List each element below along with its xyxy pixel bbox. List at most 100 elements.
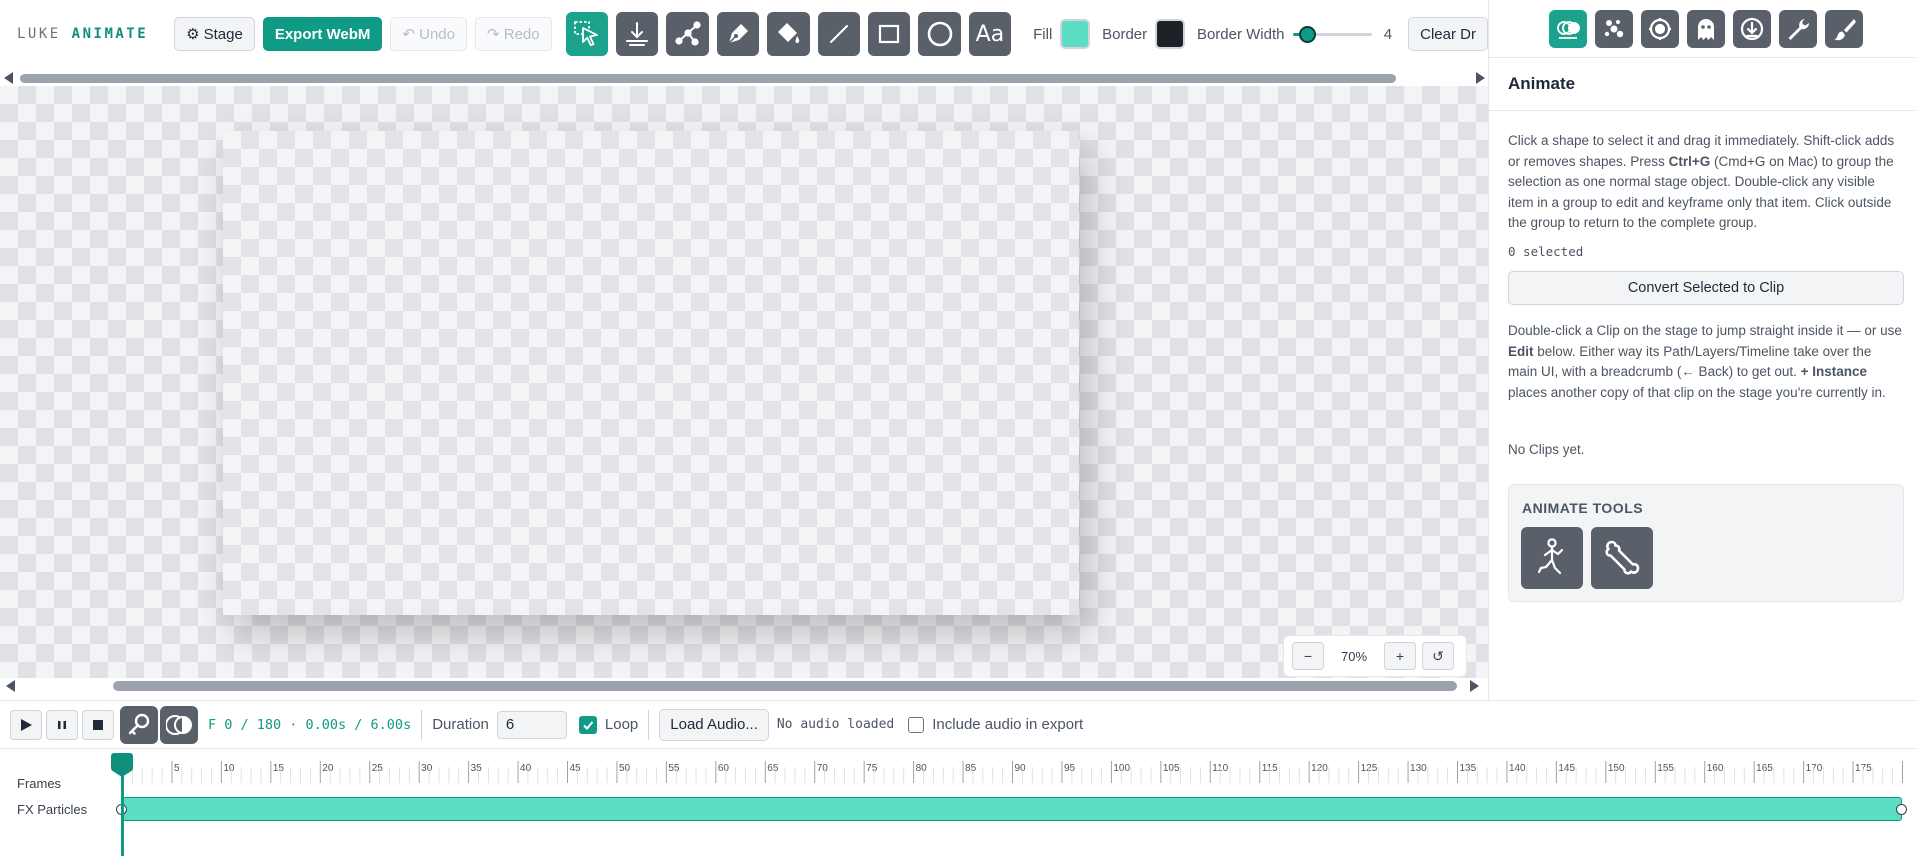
ruler-label: 25	[372, 763, 384, 774]
ruler-label: 45	[570, 763, 582, 774]
ruler-label: 75	[866, 763, 878, 774]
clear-drawing-button[interactable]: Clear Dr	[1408, 17, 1488, 51]
tab-animate[interactable]	[1549, 9, 1587, 48]
anchor-tool[interactable]	[616, 12, 659, 56]
ruler-label: 80	[916, 763, 928, 774]
top-scrollbar[interactable]	[0, 70, 1488, 86]
frame-ruler[interactable]: 5 10 15 20 25 30 35 40 45 50 55 60 65 70 75 80 85 90 95 100…	[122, 761, 1916, 783]
timeline-tracks[interactable]: Frames FX Particles 5 10 15 20 25 30 35 40 45 50 5…	[0, 748, 1916, 856]
panel-title: Animate	[1508, 74, 1576, 93]
line-tool[interactable]	[817, 12, 860, 56]
line-icon	[829, 25, 848, 43]
border-width-value: 4	[1383, 25, 1393, 43]
ruler-label: 20	[322, 763, 334, 774]
animate-tools-box: ANIMATE TOOLS	[1508, 484, 1904, 602]
ruler-label: 160	[1707, 763, 1724, 774]
play-button[interactable]	[10, 709, 42, 740]
redo-button[interactable]: ↷ Redo	[475, 17, 552, 51]
ruler-label: 85	[965, 763, 977, 774]
playhead-handle[interactable]	[111, 753, 133, 771]
ruler-label: 100	[1113, 763, 1130, 774]
ruler-label: 90	[1015, 763, 1027, 774]
play-icon	[21, 718, 32, 731]
zoom-out-button[interactable]: −	[1292, 642, 1324, 670]
playhead-tip	[111, 770, 133, 777]
select-tool[interactable]	[565, 12, 608, 56]
export-webm-button[interactable]: Export WebM	[262, 17, 383, 51]
scroll-left-arrow[interactable]	[6, 680, 15, 692]
ruler-label: 30	[421, 763, 433, 774]
scroll-thumb[interactable]	[113, 681, 1457, 691]
ghost-tab-icon	[1698, 18, 1714, 40]
node-tool[interactable]	[666, 12, 709, 56]
key-tool[interactable]	[120, 705, 158, 744]
fx-track-label: FX Particles	[17, 802, 88, 817]
pen-tool[interactable]	[716, 12, 760, 56]
rect-tool[interactable]	[867, 12, 911, 56]
paint-bucket-icon	[778, 23, 800, 44]
instance-keyword: + Instance	[1800, 364, 1868, 379]
canvas-viewport[interactable]: − 70% + ↺	[0, 86, 1488, 678]
tab-effects[interactable]	[1641, 9, 1679, 48]
bone-tool[interactable]	[1591, 527, 1653, 589]
fx-particles-track[interactable]	[122, 797, 1902, 821]
ruler-label: 120	[1311, 763, 1328, 774]
gear-icon: ⚙	[186, 26, 200, 43]
fill-color-swatch[interactable]	[1060, 19, 1091, 49]
text-tool[interactable]: Aa	[968, 12, 1012, 56]
keyframe-end[interactable]	[1896, 804, 1907, 815]
duration-input[interactable]	[496, 710, 567, 739]
convert-to-clip-button[interactable]: Convert Selected to Clip	[1508, 271, 1904, 305]
onion-skin-tool[interactable]	[160, 705, 198, 744]
clips-instructions: Double-click a Clip on the stage to jump…	[1508, 321, 1904, 403]
ruler-label: 130	[1410, 763, 1427, 774]
separator	[648, 709, 650, 740]
scroll-right-arrow[interactable]	[1476, 72, 1485, 84]
ellipse-tool[interactable]	[918, 12, 961, 56]
stop-button[interactable]	[82, 709, 114, 740]
zoom-in-button[interactable]: +	[1384, 642, 1416, 670]
ruler-label: 60	[718, 763, 730, 774]
animate-tab-icon	[1557, 20, 1580, 39]
tab-particles[interactable]	[1595, 9, 1633, 48]
right-panel: Animate Click a shape to select it and d…	[1488, 0, 1916, 700]
bucket-tool[interactable]	[767, 12, 810, 56]
border-width-slider[interactable]	[1292, 22, 1372, 46]
ruler-ticks: 5 10 15 20 25 30 35 40 45 50 55 60 65 70 75 80 85 90 95 100…	[122, 761, 1916, 783]
load-audio-button[interactable]: Load Audio...	[659, 708, 769, 741]
walk-cycle-tool[interactable]	[1521, 527, 1583, 589]
bone-icon	[1605, 540, 1640, 575]
scroll-thumb[interactable]	[20, 74, 1396, 83]
checkmark-icon	[583, 720, 594, 730]
logo-accent: ANIMATE	[71, 26, 149, 42]
border-color-swatch[interactable]	[1155, 19, 1185, 49]
scroll-right-arrow[interactable]	[1470, 680, 1479, 692]
tab-brush[interactable]	[1825, 9, 1863, 48]
zoom-reset-button[interactable]: ↺	[1422, 642, 1454, 670]
include-audio-label: Include audio in export	[932, 716, 1084, 733]
ruler-label: 5	[174, 763, 180, 774]
stage-button[interactable]: ⚙ Stage	[174, 17, 255, 51]
tab-wrench[interactable]	[1779, 9, 1817, 48]
ruler-label: 55	[668, 763, 680, 774]
ruler-label: 135	[1460, 763, 1477, 774]
bottom-scrollbar[interactable]	[0, 678, 1488, 694]
app-logo: LUKE ANIMATE	[17, 26, 148, 42]
particles-tab-icon	[1604, 19, 1624, 37]
pause-button[interactable]	[46, 709, 78, 740]
pause-icon	[58, 720, 66, 729]
loop-checkbox[interactable]	[578, 715, 597, 734]
stage-canvas[interactable]	[223, 131, 1079, 615]
ruler-label: 145	[1558, 763, 1575, 774]
include-audio-checkbox[interactable]	[908, 716, 925, 733]
ruler-label: 50	[619, 763, 631, 774]
scroll-left-arrow[interactable]	[4, 72, 13, 84]
logo-prefix: LUKE	[17, 26, 61, 42]
tab-download[interactable]	[1733, 9, 1771, 48]
edit-keyword: Edit	[1508, 343, 1534, 359]
undo-button[interactable]: ↶ Undo	[390, 17, 467, 51]
app-root: LUKE ANIMATE ⚙ Stage Export WebM ↶ Undo …	[0, 0, 1916, 856]
tab-ghost[interactable]	[1687, 9, 1725, 48]
slider-thumb[interactable]	[1299, 26, 1317, 43]
onion-skin-icon	[166, 714, 192, 735]
